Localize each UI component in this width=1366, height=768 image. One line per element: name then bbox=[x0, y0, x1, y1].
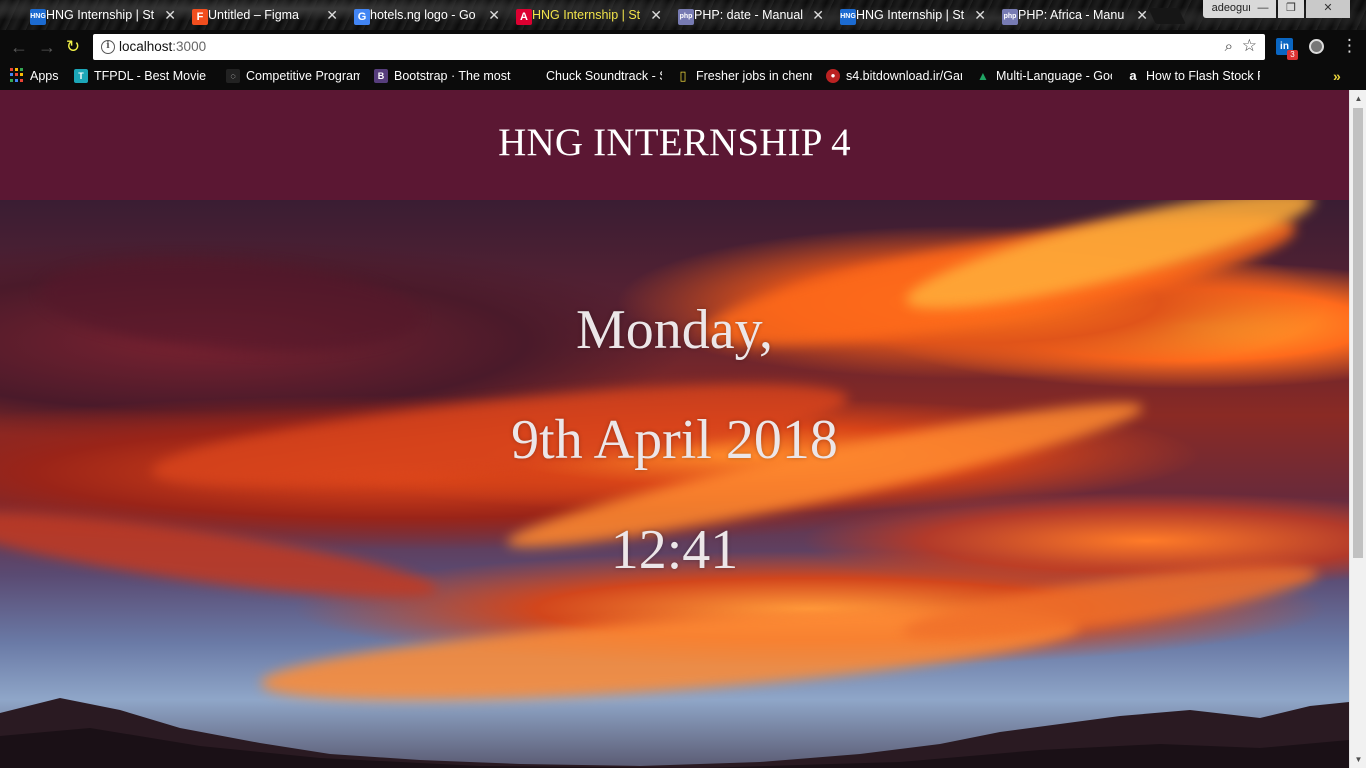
bookmark-item[interactable]: ▯ Fresher jobs in chenn bbox=[676, 64, 812, 90]
bookmarks-bar: Apps T TFPDL - Best Movie D ◌ Competitive Pr… bbox=[0, 64, 1366, 90]
bitdownload-icon: ● bbox=[826, 69, 840, 83]
google-icon: G bbox=[354, 9, 370, 25]
bookmarks-overflow-icon[interactable]: » bbox=[1333, 64, 1341, 88]
forward-arrow-icon[interactable]: → bbox=[36, 36, 58, 58]
browser-tab[interactable]: A HNG Internship | St ✕ bbox=[496, 3, 676, 30]
bookmark-item[interactable]: ▲ Multi-Language - Goo bbox=[976, 64, 1112, 90]
tfpdl-icon: T bbox=[74, 69, 88, 83]
bookmark-item[interactable]: ● s4.bitdownload.ir/Gar bbox=[826, 64, 962, 90]
document-icon: ▯ bbox=[679, 68, 687, 83]
date-text: 9th April 2018 bbox=[511, 409, 838, 471]
bookmark-label: Competitive Program bbox=[246, 69, 360, 83]
zoom-icon[interactable]: ⌕ bbox=[1225, 38, 1233, 55]
browser-tab[interactable]: Ghotels.ng logo - Go ✕ bbox=[334, 3, 514, 30]
bookmark-label: Chuck Soundtrack - S bbox=[546, 69, 662, 83]
time-text: 12:41 bbox=[610, 519, 739, 581]
bootstrap-icon: B bbox=[374, 69, 388, 83]
restore-icon[interactable]: ❐ bbox=[1278, 0, 1304, 18]
day-text: Monday, bbox=[575, 299, 773, 361]
amazon-icon: a bbox=[1129, 68, 1137, 83]
address-url[interactable]: localhost:3000 bbox=[119, 34, 206, 60]
address-bar[interactable]: i localhost:3000 ⌕ ☆ bbox=[93, 34, 1265, 60]
tab-title: PHP: date - Manual bbox=[694, 8, 804, 22]
back-arrow-icon[interactable]: ← bbox=[8, 36, 30, 58]
tab-title: HNG Internship | St bbox=[532, 8, 641, 22]
browser-toolbar: ← → ↻ i localhost:3000 ⌕ ☆ in 3 ⋮ bbox=[0, 30, 1366, 64]
figma-icon: F bbox=[192, 9, 208, 25]
minimize-icon[interactable]: — bbox=[1250, 0, 1276, 18]
angular-icon: A bbox=[516, 9, 532, 25]
bookmark-label: Multi-Language - Goo bbox=[996, 69, 1112, 83]
vertical-scrollbar[interactable]: ▲ ▼ bbox=[1349, 90, 1366, 768]
bookmark-label: Fresher jobs in chenn bbox=[696, 69, 812, 83]
google-drive-icon: ▲ bbox=[977, 69, 989, 83]
bookmark-item[interactable]: Chuck Soundtrack - S bbox=[526, 64, 662, 90]
hng-favicon: HNG bbox=[840, 9, 856, 25]
reload-icon[interactable]: ↻ bbox=[62, 36, 84, 58]
scroll-up-arrow-icon[interactable]: ▲ bbox=[1350, 90, 1366, 107]
bookmark-label: s4.bitdownload.ir/Gar bbox=[846, 69, 962, 83]
browser-tab[interactable]: F Untitled – Figma ✕ bbox=[172, 3, 352, 30]
php-icon: php bbox=[1002, 9, 1018, 25]
bookmark-item[interactable]: ◌ Competitive Program bbox=[226, 64, 360, 90]
bookmark-label: TFPDL - Best Movie D bbox=[94, 69, 210, 83]
sunset-hero-image: Monday, 9th April 2018 12:41 bbox=[0, 200, 1349, 768]
bookmark-item[interactable]: T TFPDL - Best Movie D bbox=[74, 64, 210, 90]
spinner-icon: ◌ bbox=[226, 69, 240, 83]
apps-grid-icon bbox=[10, 68, 24, 82]
php-icon: php bbox=[678, 9, 694, 25]
extension-badge: 3 bbox=[1287, 50, 1298, 60]
tab-title: HNG Internship | St bbox=[856, 8, 965, 22]
tab-title: hotels.ng logo - Go bbox=[370, 8, 476, 22]
browser-tab[interactable]: php PHP: date - Manual ✕ bbox=[658, 3, 838, 30]
tab-title: PHP: Africa - Manu bbox=[1018, 8, 1125, 22]
tab-title: HNG Internship | St bbox=[46, 8, 155, 22]
site-title: HNG INTERNSHIP 4 bbox=[498, 121, 851, 164]
scrollbar-thumb[interactable] bbox=[1353, 108, 1363, 558]
browser-tab[interactable]: HNG HNG Internship | St ✕ bbox=[820, 3, 1000, 30]
bookmark-item[interactable]: B Bootstrap · The most bbox=[374, 64, 512, 90]
browser-menu-icon[interactable]: ⋮ bbox=[1341, 34, 1358, 58]
browser-tab[interactable]: HNG HNG Internship | St ✕ bbox=[10, 3, 190, 30]
url-host: localhost bbox=[119, 39, 173, 54]
scroll-down-arrow-icon[interactable]: ▼ bbox=[1350, 751, 1366, 768]
close-window-icon[interactable]: ✕ bbox=[1306, 0, 1350, 18]
url-port: :3000 bbox=[172, 39, 207, 54]
tab-title: Untitled – Figma bbox=[208, 8, 300, 22]
hng-favicon: HNG bbox=[30, 9, 46, 25]
browser-tab[interactable]: php PHP: Africa - Manu ✕ bbox=[982, 3, 1162, 30]
site-header: HNG INTERNSHIP 4 bbox=[0, 90, 1349, 200]
new-tab-button[interactable] bbox=[1148, 8, 1186, 24]
bookmark-label: Apps bbox=[30, 69, 59, 83]
site-info-icon[interactable]: i bbox=[101, 40, 115, 54]
extension-circle-icon[interactable] bbox=[1309, 39, 1324, 54]
bookmark-label: Bootstrap · The most bbox=[394, 69, 511, 83]
page-viewport: HNG INTERNSHIP 4 Monday, 9th April 2018 … bbox=[0, 90, 1366, 768]
window-controls: — ❐ ✕ bbox=[1250, 0, 1350, 18]
browser-tab-strip: HNG HNG Internship | St ✕ F Untitled – Figma… bbox=[0, 0, 1366, 30]
mountain-silhouette bbox=[0, 698, 1349, 768]
bookmark-star-icon[interactable]: ☆ bbox=[1242, 36, 1257, 56]
bookmark-label: How to Flash Stock R bbox=[1146, 69, 1260, 83]
bookmark-item[interactable]: Apps bbox=[10, 64, 65, 90]
blank-page-icon bbox=[526, 69, 540, 83]
tab-close-icon[interactable]: ✕ bbox=[1136, 3, 1148, 28]
bookmark-item[interactable]: a How to Flash Stock R bbox=[1126, 64, 1260, 90]
